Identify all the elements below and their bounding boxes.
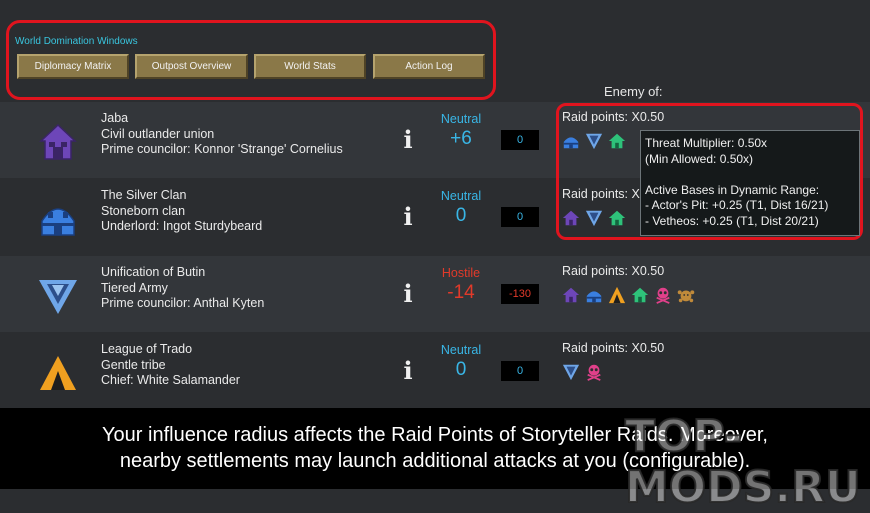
relation-label: Neutral <box>440 343 482 357</box>
tooltip-line <box>645 167 855 183</box>
faction-names: The Silver Clan Stoneborn clan Underlord… <box>101 188 262 235</box>
enemy-icons <box>562 363 603 381</box>
pink-skull-icon <box>587 364 601 381</box>
faction-type: Stoneborn clan <box>101 203 186 218</box>
faction-names: Jaba Civil outlander union Prime council… <box>101 111 343 158</box>
tooltip-line: (Min Allowed: 0.50x) <box>645 151 754 166</box>
blue-dome-icon <box>41 208 75 236</box>
tooltip-line: Threat Multiplier: 0.50x <box>645 136 768 150</box>
raid-points-label: Raid points: X0.50 <box>562 341 665 355</box>
purple-house-icon <box>562 287 580 303</box>
faction-row-trado: League of Trado Gentle tribe Chief: Whit… <box>0 333 870 409</box>
faction-names: League of Trado Gentle tribe Chief: Whit… <box>101 342 240 389</box>
orange-tent-icon <box>40 356 76 390</box>
faction-leader: Underlord: Ingot Sturdybeard <box>101 219 263 233</box>
goodwill-change-badge: 0 <box>501 130 539 150</box>
tooltip-line: - Actor's Pit: +0.25 (T1, Dist 16/21) <box>645 198 829 212</box>
diplomacy-matrix-button[interactable]: Diplomacy Matrix <box>17 54 129 79</box>
blue-v-icon <box>562 364 580 381</box>
tooltip-line: Active Bases in Dynamic Range: <box>645 182 820 197</box>
faction-type: Gentle tribe <box>101 357 166 372</box>
threat-multiplier-tooltip: Threat Multiplier: 0.50x (Min Allowed: 0… <box>640 130 860 236</box>
pink-skull-icon <box>656 287 670 304</box>
faction-name: Unification of Butin <box>101 265 206 279</box>
blue-dome-icon <box>586 291 602 303</box>
faction-type: Tiered Army <box>101 280 168 295</box>
enemy-of-header: Enemy of: <box>604 84 663 99</box>
relation-value: 0 <box>455 359 467 380</box>
faction-names: Unification of Butin Tiered Army Prime c… <box>101 265 264 312</box>
faction-type: Civil outlander union <box>101 126 215 141</box>
relation-value: +6 <box>450 128 472 149</box>
faction-leader: Prime councilor: Konnor 'Strange' Cornel… <box>101 142 343 156</box>
watermark-logo: TOP-MODS.RU <box>624 410 862 513</box>
relation-label: Neutral <box>440 189 482 203</box>
relation-label: Hostile <box>441 266 481 280</box>
green-house-icon <box>631 287 649 303</box>
relation-label: Neutral <box>440 112 482 126</box>
windows-title: World Domination Windows <box>15 36 138 47</box>
blue-v-icon <box>39 280 77 314</box>
relation-value: 0 <box>455 205 467 226</box>
enemy-icons <box>562 286 695 304</box>
info-icon[interactable]: i <box>401 126 415 154</box>
action-log-button[interactable]: Action Log <box>373 54 485 79</box>
outpost-overview-button[interactable]: Outpost Overview <box>135 54 248 79</box>
faction-leader: Prime councilor: Anthal Kyten <box>101 296 265 310</box>
info-icon[interactable]: i <box>401 203 415 231</box>
goodwill-change-badge: 0 <box>501 361 539 381</box>
info-icon[interactable]: i <box>401 280 415 308</box>
faction-name: The Silver Clan <box>101 188 187 202</box>
relation-value: -14 <box>447 282 475 303</box>
info-icon[interactable]: i <box>401 357 415 385</box>
orange-beast-icon <box>677 290 695 303</box>
faction-name: League of Trado <box>101 342 193 356</box>
goodwill-change-badge: 0 <box>501 207 539 227</box>
world-stats-button[interactable]: World Stats <box>254 54 366 79</box>
orange-tent-icon <box>608 286 626 304</box>
raid-points-label: Raid points: X0.50 <box>562 264 665 278</box>
faction-row-butin: Unification of Butin Tiered Army Prime c… <box>0 256 870 332</box>
faction-name: Jaba <box>101 111 129 125</box>
goodwill-change-badge: -130 <box>501 284 539 304</box>
faction-leader: Chief: White Salamander <box>101 373 240 387</box>
purple-house-icon <box>39 123 77 160</box>
tooltip-line: - Vetheos: +0.25 (T1, Dist 20/21) <box>645 213 819 228</box>
